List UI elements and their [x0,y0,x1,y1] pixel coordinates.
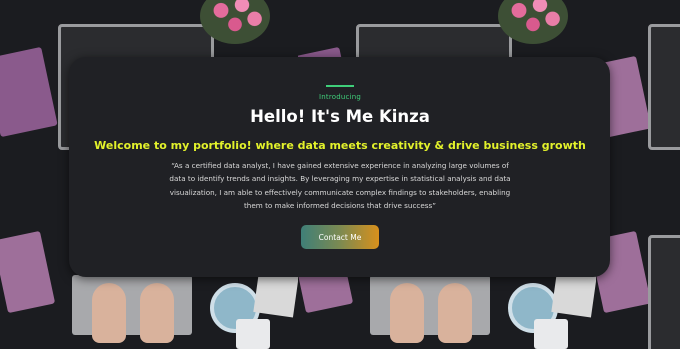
hand-image [438,283,472,343]
tagline: Welcome to my portfolio! where data meet… [94,139,586,152]
phone-image [534,319,568,349]
laptop-image [648,235,680,349]
intro-kicker: Introducing [318,93,361,101]
keyboard-image [370,275,490,335]
accent-divider [326,85,354,87]
hand-image [140,283,174,343]
phone-image [236,319,270,349]
contact-me-button[interactable]: Contact Me [301,225,379,249]
page-title: Hello! It's Me Kinza [250,107,430,126]
hand-image [92,283,126,343]
laptop-image [648,24,680,150]
keyboard-image [72,275,192,335]
hand-image [390,283,424,343]
notebook-image [0,230,56,314]
bio-paragraph: “As a certified data analyst, I have gai… [169,161,511,211]
